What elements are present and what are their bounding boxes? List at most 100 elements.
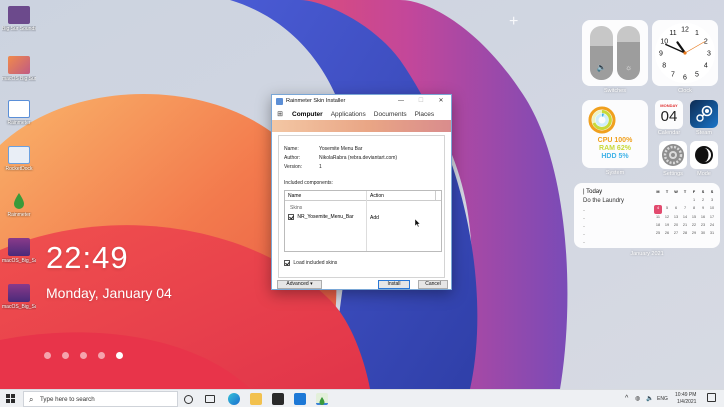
calendar-day[interactable]: 13 xyxy=(672,214,680,222)
calendar-day[interactable]: 24 xyxy=(708,222,716,230)
taskbar-search[interactable]: ⌕ Type here to search xyxy=(23,391,178,407)
calendar-day[interactable]: 14 xyxy=(681,214,689,222)
notifications-icon[interactable] xyxy=(707,393,716,402)
calendar-day[interactable]: 1 xyxy=(690,197,698,205)
calendar-day[interactable]: 3 xyxy=(708,197,716,205)
skin-action[interactable]: Add xyxy=(370,215,379,221)
desktop-icon-macos-big-sur-2[interactable]: macOS_Big_Sur xyxy=(2,238,36,264)
brightness-slider[interactable]: ☼ xyxy=(617,26,640,80)
desktop-icon-macos-big-sur[interactable]: macOS Big Sur xyxy=(2,56,36,82)
skin-checkbox[interactable] xyxy=(288,214,294,220)
tray-date[interactable]: 1/4/2021 xyxy=(677,399,696,405)
advanced-button[interactable]: Advanced ▾ xyxy=(277,280,322,289)
file-explorer-icon[interactable] xyxy=(250,393,262,405)
mode-widget[interactable] xyxy=(690,141,718,169)
network-icon[interactable]: ◍ xyxy=(635,395,640,402)
calendar-day[interactable]: 20 xyxy=(672,222,680,230)
calendar-day[interactable]: 10 xyxy=(708,205,716,213)
desktop-icon-rainmeter[interactable]: Rainmeter xyxy=(2,100,36,126)
desktop-icon-rocketdock[interactable]: RocketDock xyxy=(2,146,36,172)
title-bar[interactable]: Rainmeter Skin Installer — ☐ ✕ xyxy=(272,95,451,108)
start-button[interactable] xyxy=(6,394,15,403)
mail-icon[interactable] xyxy=(294,393,306,405)
calendar-day[interactable]: 22 xyxy=(690,222,698,230)
calendar-day[interactable]: 27 xyxy=(672,230,680,238)
rainmeter-taskbar-icon[interactable] xyxy=(316,393,328,405)
archive-icon xyxy=(8,238,30,256)
tray-time[interactable]: 10:49 PM xyxy=(675,392,696,398)
calendar-day[interactable]: 12 xyxy=(663,214,671,222)
calendar-day[interactable]: 31 xyxy=(708,230,716,238)
minimize-button[interactable]: — xyxy=(394,96,408,106)
cortana-icon[interactable] xyxy=(184,395,193,404)
cpu-usage: CPU 100% xyxy=(597,137,633,144)
tab-documents[interactable]: Documents xyxy=(370,111,411,118)
column-name[interactable]: Name xyxy=(288,193,301,199)
store-icon[interactable] xyxy=(272,393,284,405)
speaker-icon: 🔈 xyxy=(596,63,607,72)
tab-computer[interactable]: Computer xyxy=(288,111,327,118)
agenda-empty-slot: - xyxy=(583,240,585,246)
calendar-day[interactable]: 11 xyxy=(654,214,662,222)
desktop-icon-rainmeter-2[interactable]: Rainmeter xyxy=(2,192,36,218)
tray-chevron-icon[interactable]: ^ xyxy=(625,395,628,402)
calendar-day[interactable]: 5 xyxy=(663,205,671,213)
page-dot[interactable] xyxy=(44,352,51,359)
calendar-day[interactable]: 17 xyxy=(708,214,716,222)
calendar-day xyxy=(672,238,680,246)
task-view-icon[interactable] xyxy=(205,395,215,403)
header-banner xyxy=(272,120,451,132)
agenda-item[interactable]: Do the Laundry xyxy=(583,198,624,204)
cancel-button[interactable]: Cancel xyxy=(418,280,448,289)
maximize-button[interactable]: ☐ xyxy=(414,96,428,106)
hdd-usage: HDD 5% xyxy=(601,153,629,160)
calendar-day[interactable]: 30 xyxy=(699,230,707,238)
calendar-day[interactable]: 2 xyxy=(699,197,707,205)
page-dot[interactable] xyxy=(80,352,87,359)
calendar-day[interactable]: 25 xyxy=(654,230,662,238)
settings-widget[interactable] xyxy=(659,141,687,169)
clock-numeral: 6 xyxy=(683,75,687,82)
calendar-day[interactable]: 28 xyxy=(681,230,689,238)
clock-label: Clock xyxy=(678,88,692,94)
volume-icon[interactable]: 🔈 xyxy=(646,395,653,402)
column-action[interactable]: Action xyxy=(370,193,384,199)
calendar-day[interactable]: 26 xyxy=(663,230,671,238)
calendar-day[interactable]: 18 xyxy=(654,222,662,230)
calendar-day[interactable]: 29 xyxy=(690,230,698,238)
calendar-day[interactable]: 16 xyxy=(699,214,707,222)
switches-label: Switches xyxy=(603,88,626,94)
load-skins-checkbox[interactable] xyxy=(284,260,290,266)
calendar-day[interactable]: 15 xyxy=(690,214,698,222)
tab-applications[interactable]: Applications xyxy=(327,111,370,118)
desktop-icon-label: macOS_Big_Sur xyxy=(2,304,36,310)
add-widget-icon[interactable]: + xyxy=(509,14,518,30)
calendar-day[interactable]: 9 xyxy=(699,205,707,213)
calendar-day[interactable]: 23 xyxy=(699,222,707,230)
calendar-day-today[interactable]: 4 xyxy=(654,205,662,214)
calendar-day[interactable]: 19 xyxy=(663,222,671,230)
volume-slider[interactable]: 🔈 xyxy=(590,26,613,80)
calendar-widget[interactable]: MONDAY 04 xyxy=(655,100,683,129)
calendar-day[interactable]: 6 xyxy=(672,205,680,213)
clock-numeral: 3 xyxy=(707,51,711,58)
desktop-icon-macos-big-sur-3[interactable]: macOS_Big_Sur xyxy=(2,284,36,310)
calendar-day[interactable]: 21 xyxy=(681,222,689,230)
page-dot[interactable] xyxy=(62,352,69,359)
author-row: Author: NikolaRabra (rebra.deviantart.com… xyxy=(284,155,397,161)
load-skins-option[interactable]: Load included skins xyxy=(284,260,337,266)
tab-places[interactable]: Places xyxy=(411,111,439,118)
calendar-day[interactable]: 8 xyxy=(690,205,698,213)
steam-widget[interactable] xyxy=(690,100,718,128)
advanced-label: Advanced xyxy=(286,281,309,287)
input-language[interactable]: ENG xyxy=(657,396,668,402)
install-button[interactable]: Install xyxy=(378,280,410,289)
edge-icon[interactable] xyxy=(228,393,240,405)
page-dot[interactable] xyxy=(98,352,105,359)
calendar-day[interactable]: 7 xyxy=(681,205,689,213)
close-button[interactable]: ✕ xyxy=(434,96,448,106)
desktop-icon-label: macOS Big Sur xyxy=(2,76,36,82)
desktop-icon-big-sur-sounds[interactable]: Big Sur Sounds xyxy=(2,6,36,32)
page-dot-active[interactable] xyxy=(116,352,123,359)
week-row: 18 19 20 21 22 23 24 xyxy=(654,222,716,230)
